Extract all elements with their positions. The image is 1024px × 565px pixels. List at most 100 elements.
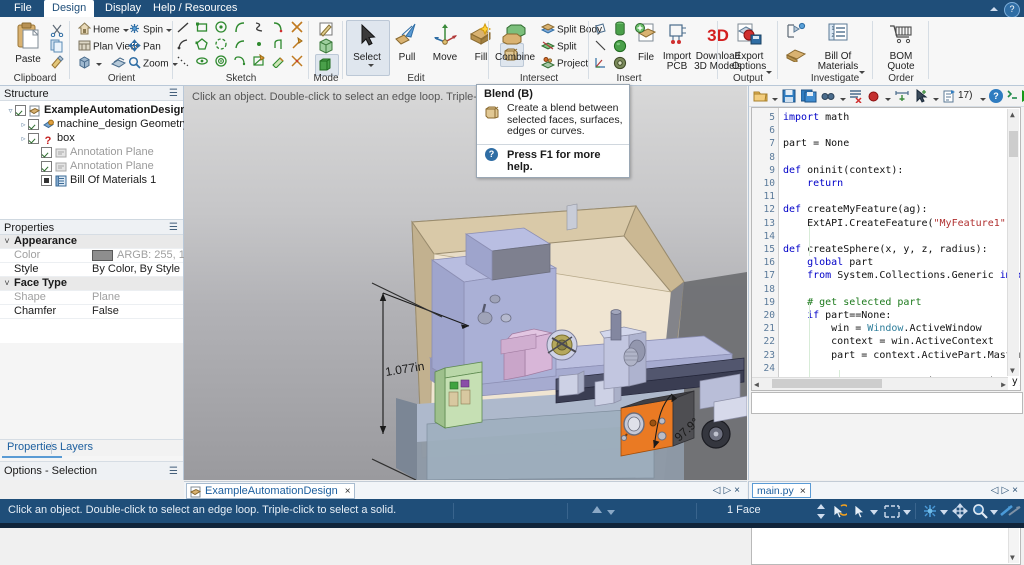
next-tab-icon[interactable]: ▷ [1001,485,1012,496]
origin-icon[interactable] [613,56,627,73]
document-tab[interactable]: ExampleAutomationDesign × [186,483,355,499]
tab-properties[interactable]: Properties [2,440,62,458]
box-select-icon[interactable] [884,505,900,521]
split-button[interactable]: Split [541,39,576,55]
view-cube-button[interactable] [78,56,128,72]
paste-button[interactable]: Paste [6,22,50,65]
document-tab-nav[interactable]: ◁▷× [713,485,743,496]
select-dropdown-icon[interactable] [870,507,878,519]
ellipse-icon[interactable] [195,54,209,71]
tree-node[interactable]: ▹machine_design Geometry [0,118,188,131]
code-text-area[interactable]: import mathpart = Nonedef oninit(context… [779,108,1020,390]
zoom-tool-icon[interactable] [972,503,988,522]
help-icon[interactable]: ? [989,89,1003,103]
select-arrow-icon[interactable] [853,504,865,522]
breakpoint-dropdown-icon[interactable] [882,93,891,105]
spline-icon[interactable] [252,20,266,37]
property-row[interactable]: ShapePlane [0,291,183,305]
next-tab-icon[interactable]: ▷ [723,485,734,496]
pin-icon[interactable]: ☰ [169,88,178,99]
tab-layers[interactable]: Layers [55,440,98,456]
close-tab-icon[interactable]: × [1012,485,1021,496]
api-version-icon[interactable] [943,89,956,106]
project-to-sketch-icon[interactable] [252,54,266,71]
property-row[interactable]: StyleBy Color, By Style [0,263,183,277]
chevron-up-icon[interactable] [990,7,998,11]
scroll-up-arrow-icon[interactable]: ▲ [1010,110,1015,119]
save-icon[interactable] [782,89,796,106]
chevron-down-icon[interactable]: ˅ [0,277,14,290]
pan-button[interactable]: Pan [128,39,161,55]
menu-item-help-resources[interactable]: Help / Resources [145,0,245,17]
spin-tool-icon[interactable] [922,503,938,522]
circle-icon[interactable] [214,20,228,37]
scrollbar-thumb[interactable] [1009,131,1018,157]
import-pcb-button[interactable]: Import PCB [659,22,695,72]
project-button[interactable]: Project [541,56,588,72]
spin-button[interactable]: Spin [128,22,172,38]
fillet-icon[interactable] [271,37,285,54]
box-select-dropdown-icon[interactable] [903,507,911,519]
pull-button[interactable]: Pull [389,22,425,63]
property-row[interactable]: ChamferFalse [0,305,183,319]
scroll-left-arrow-icon[interactable]: ◀ [754,380,759,389]
scroll-down-arrow-icon[interactable]: ▼ [1010,553,1015,562]
tree-expander-icon[interactable]: ▹ [19,132,28,145]
clear-breakpoints-icon[interactable] [849,89,863,106]
sphere-icon[interactable] [613,39,627,56]
tree-node[interactable]: Bill Of Materials 1 [0,174,156,187]
construction-circle-icon[interactable] [214,54,228,71]
tree-expander-icon[interactable]: ▿ [6,104,15,117]
offset-curve-icon[interactable] [271,54,285,71]
measure-icon[interactable] [785,22,807,43]
menu-item-design[interactable]: Design [44,0,94,17]
structure-tree[interactable]: ▿ExampleAutomationDesign▹machine_design … [0,101,183,220]
corner-arc-icon[interactable] [271,20,285,37]
close-icon[interactable]: × [345,486,351,497]
zoom-dropdown-icon[interactable] [990,507,998,519]
properties-grid[interactable]: ˅AppearanceColorARGB: 255, 142, 142Style… [0,235,183,343]
step-over-icon[interactable] [821,92,835,104]
breakpoint-icon[interactable] [868,91,879,105]
snippet-icon[interactable] [914,89,928,106]
home-button[interactable]: Home [78,22,129,38]
trim-away-icon[interactable] [290,20,304,37]
extend-curve-icon[interactable] [290,54,304,71]
scroll-right-arrow-icon[interactable]: ▶ [1001,380,1006,389]
section-view-icon[interactable] [111,56,126,72]
tree-checkbox[interactable] [41,161,52,172]
pan-tool-icon[interactable] [952,503,968,522]
rectangle-icon[interactable] [195,20,209,37]
dashed-line-icon[interactable] [176,54,190,71]
select-button[interactable]: Select [346,22,388,63]
insert-file-button[interactable]: File [631,22,661,63]
editor-horizontal-scrollbar[interactable]: ◀ ▶ [752,377,1008,390]
point-icon[interactable] [252,37,266,54]
editor-vertical-scrollbar[interactable]: ▲ ▼ [1007,109,1019,376]
tree-expander-icon[interactable]: ▹ [19,118,28,131]
move-button[interactable]: Move [426,22,464,63]
help-circle-icon[interactable]: ? [1004,2,1020,18]
line-icon[interactable] [176,20,190,37]
script-tab[interactable]: main.py × [752,483,811,498]
3d-viewport[interactable]: Click an object. Double-click to select … [184,86,747,480]
zoom-button[interactable]: Zoom [128,56,178,72]
property-row[interactable]: ColorARGB: 255, 142, 142 [0,249,183,263]
pin-icon[interactable]: ☰ [169,466,178,477]
scrollbar-thumb[interactable] [772,379,882,388]
three-point-arc-icon[interactable] [233,54,247,71]
scroll-down-arrow-icon[interactable]: ▼ [1010,366,1015,375]
select-dropdown-icon[interactable] [930,93,939,105]
split-curve-icon[interactable] [290,37,304,54]
three-point-circle-icon[interactable] [214,37,228,54]
menu-item-file[interactable]: File [6,0,40,17]
chevron-down-icon[interactable] [96,63,102,66]
combine-button[interactable]: Combine [491,22,539,63]
prev-tab-icon[interactable]: ◁ [713,485,724,496]
code-editor[interactable]: 5678910111213141516171819202122232425 im… [751,107,1021,391]
close-tab-icon[interactable]: × [734,485,743,496]
cut-scissors-icon[interactable] [50,23,64,40]
small-dropdown-icon[interactable] [607,507,615,519]
prev-tab-icon[interactable]: ◁ [991,485,1002,496]
bom-quote-button[interactable]: BOM Quote [877,22,925,72]
